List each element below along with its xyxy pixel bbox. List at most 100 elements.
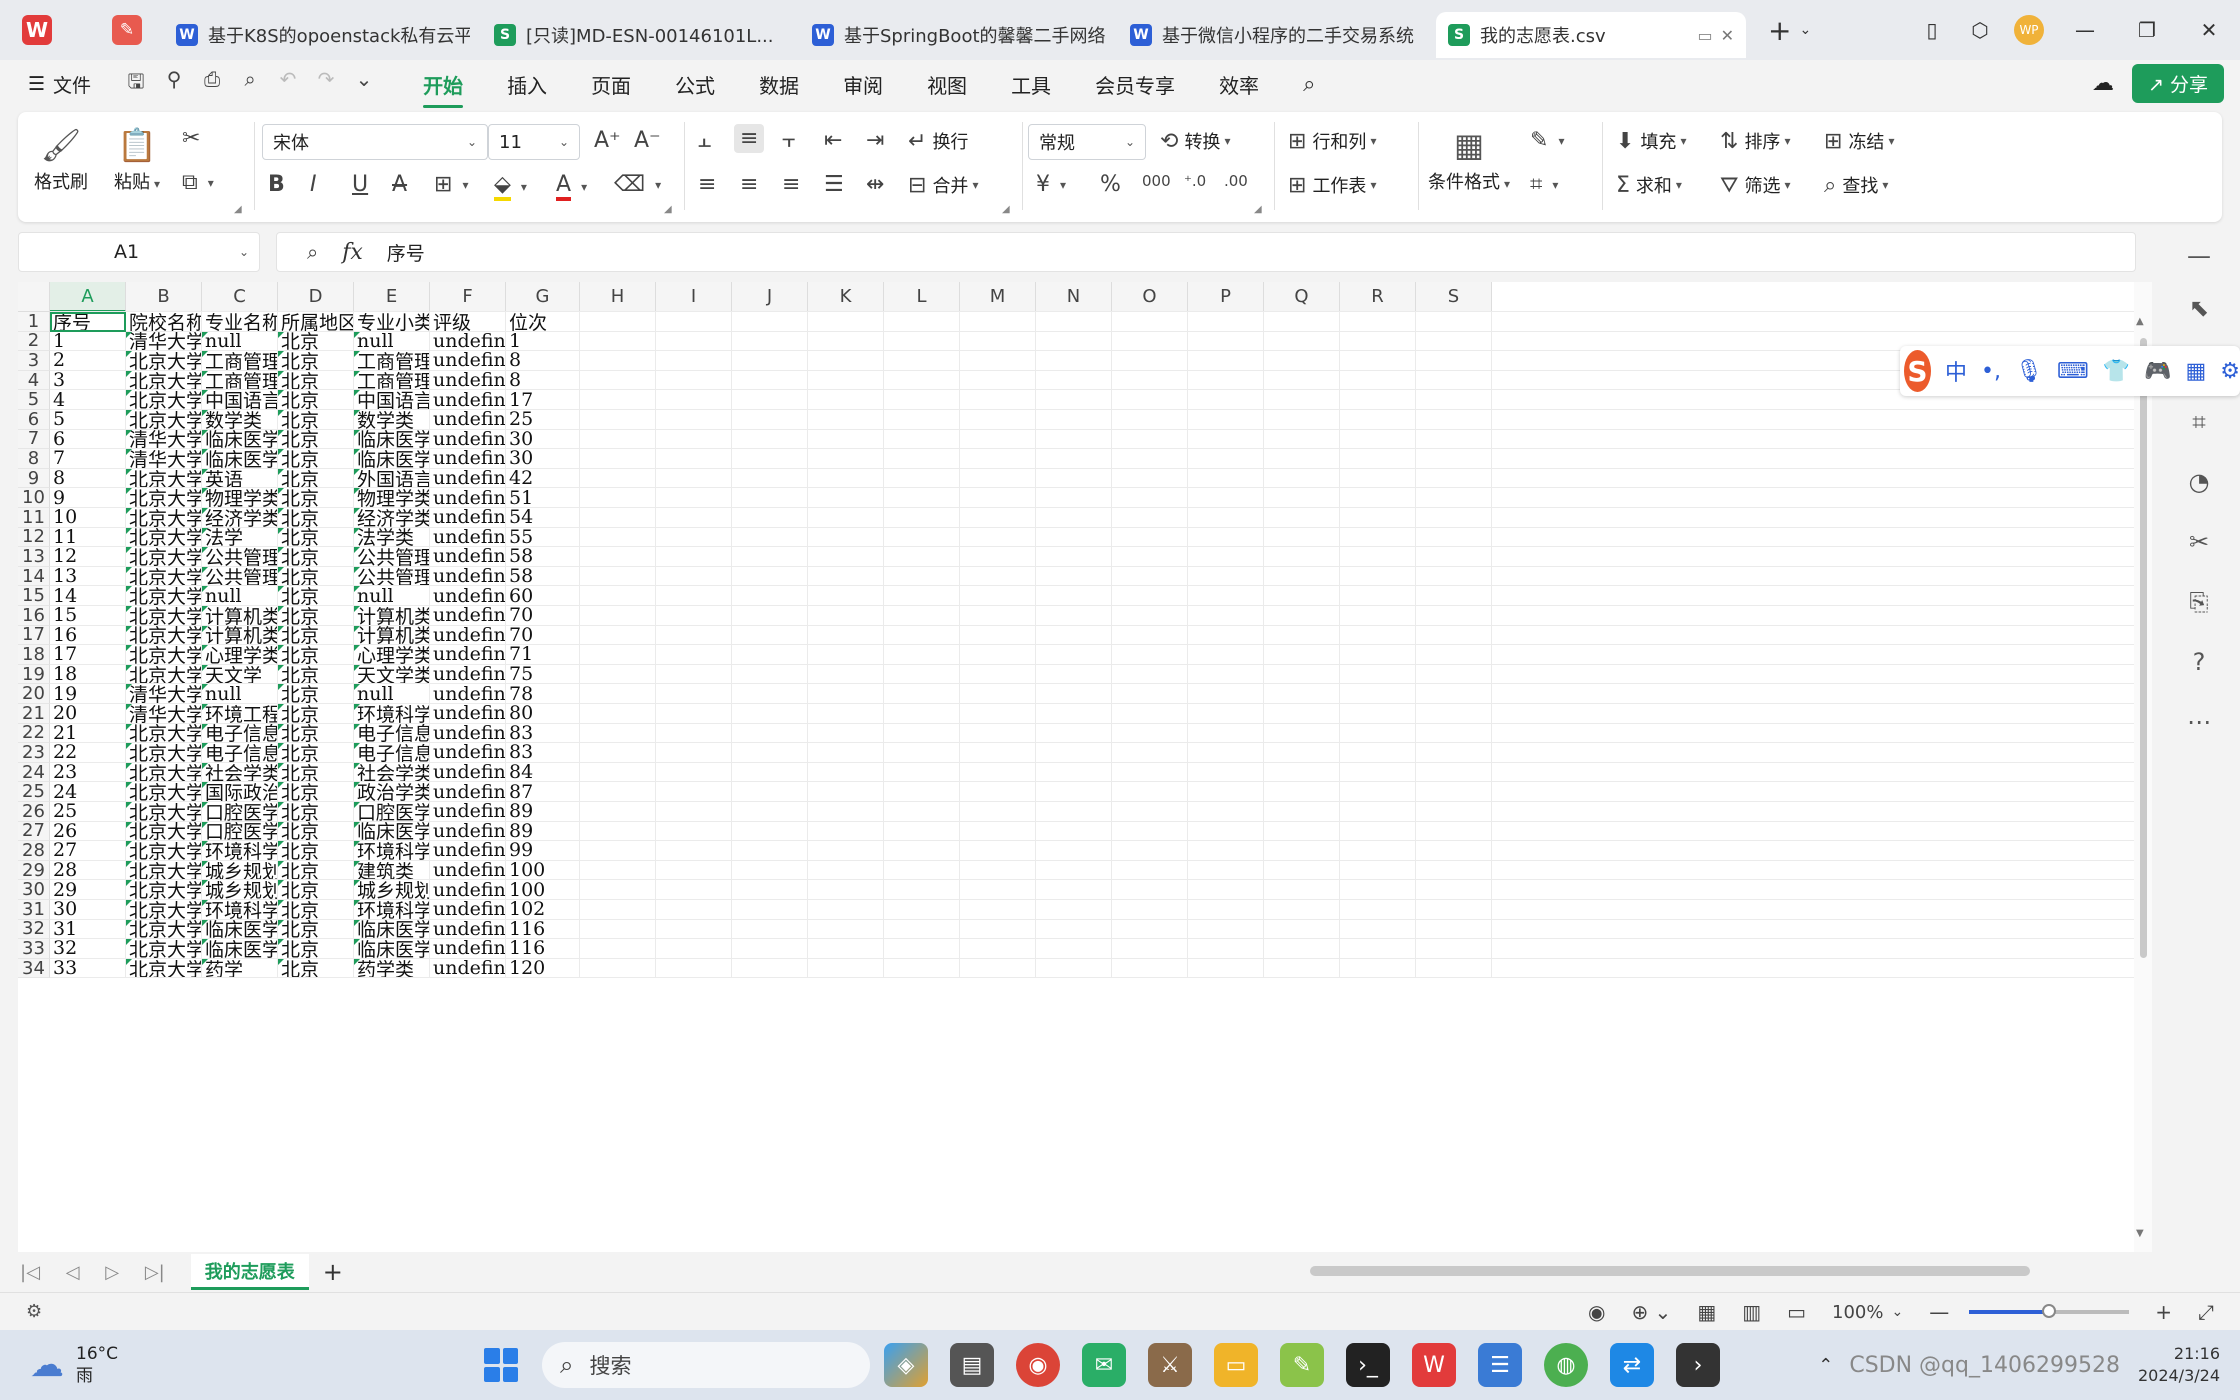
row-header[interactable]: 33: [18, 938, 50, 959]
avatar[interactable]: WP: [2014, 15, 2044, 45]
table-cell[interactable]: 环境科学与工程类: [354, 704, 430, 724]
table-cell[interactable]: 经济学类: [202, 508, 278, 528]
row-header[interactable]: 12: [18, 526, 50, 547]
table-cell[interactable]: 北京: [278, 468, 354, 489]
prev-sheet-icon[interactable]: ◁: [66, 1262, 80, 1283]
format-painter-button[interactable]: 🖌 格式刷: [34, 126, 88, 194]
table-cell[interactable]: 北京大学: [126, 625, 202, 646]
table-cell[interactable]: 北京: [278, 958, 354, 979]
conditional-format-button[interactable]: ▦ 条件格式 ▾: [1428, 126, 1510, 194]
table-cell[interactable]: undefined: [430, 958, 506, 979]
row-header[interactable]: 19: [18, 664, 50, 685]
menu-item-4[interactable]: 公式: [675, 70, 715, 99]
table-cell[interactable]: 12: [50, 547, 126, 567]
row-header[interactable]: 5: [18, 389, 50, 410]
table-cell[interactable]: 15: [50, 606, 126, 626]
more-dropdown-icon[interactable]: ⌄: [345, 67, 383, 101]
zoom-slider[interactable]: [1969, 1304, 2130, 1318]
table-cell[interactable]: 116: [506, 919, 580, 940]
cube-icon[interactable]: ⬡: [1956, 18, 2004, 42]
table-cell[interactable]: undefined: [430, 684, 506, 704]
table-cell[interactable]: 清华大学: [126, 331, 202, 352]
table-cell[interactable]: 心理学类: [354, 645, 430, 665]
tab-3[interactable]: W 基于SpringBoot的馨馨二手网络: [800, 12, 1118, 58]
menu-item-10[interactable]: 效率: [1219, 70, 1259, 99]
table-cell[interactable]: 87: [506, 782, 580, 802]
last-sheet-icon[interactable]: ▷|: [145, 1262, 165, 1283]
vertical-scroll-thumb[interactable]: [2140, 338, 2147, 958]
tab-list-dropdown-icon[interactable]: ⌄: [1799, 22, 1811, 38]
table-cell[interactable]: null: [202, 586, 278, 606]
remote-app-icon[interactable]: ⇄: [1610, 1343, 1654, 1387]
row-header[interactable]: 10: [18, 487, 50, 508]
row-header[interactable]: 23: [18, 742, 50, 763]
table-cell[interactable]: undefined: [430, 566, 506, 587]
table-cell[interactable]: 北京大学: [126, 488, 202, 508]
table-cell[interactable]: 30: [506, 449, 580, 469]
table-cell[interactable]: 83: [506, 743, 580, 763]
convert-button[interactable]: ⟲ 转换 ▾: [1160, 128, 1230, 154]
game-app-icon[interactable]: ⚔: [1148, 1343, 1192, 1387]
row-header[interactable]: 9: [18, 468, 50, 489]
align-center-button[interactable]: ≡: [740, 172, 764, 197]
table-cell[interactable]: 北京大学: [126, 468, 202, 489]
select-all-corner[interactable]: [18, 282, 50, 312]
row-header[interactable]: 29: [18, 860, 50, 881]
menu-item-3[interactable]: 页面: [591, 70, 631, 99]
table-cell[interactable]: undefined: [430, 723, 506, 744]
punctuation-icon[interactable]: •,: [1981, 359, 2001, 384]
column-header[interactable]: B: [126, 282, 202, 312]
column-header[interactable]: O: [1112, 282, 1188, 312]
table-cell[interactable]: 102: [506, 900, 580, 920]
eye-protection-icon[interactable]: ◉: [1588, 1300, 1605, 1324]
table-cell[interactable]: undefined: [430, 508, 506, 528]
table-cell[interactable]: 33: [50, 958, 126, 979]
table-cell[interactable]: 政治学类: [354, 782, 430, 802]
table-cell[interactable]: 天文学类: [354, 664, 430, 685]
table-cell[interactable]: 序号: [50, 312, 126, 332]
table-cell[interactable]: 17: [50, 645, 126, 665]
table-cell[interactable]: 北京: [278, 802, 354, 822]
wps-app-icon[interactable]: W: [1412, 1343, 1456, 1387]
table-cell[interactable]: 电子信息类: [354, 723, 430, 744]
table-cell[interactable]: 北京大学医: [126, 802, 202, 822]
table-cell[interactable]: 北京: [278, 410, 354, 430]
table-cell[interactable]: 28: [50, 860, 126, 881]
table-cell[interactable]: 临床医学类: [202, 429, 278, 450]
table-cell[interactable]: 25: [506, 410, 580, 430]
cut-button[interactable]: ✂: [182, 126, 206, 151]
zoom-in-button[interactable]: +: [2155, 1300, 2172, 1324]
table-cell[interactable]: 25: [50, 802, 126, 822]
align-middle-button[interactable]: ≡: [734, 124, 765, 153]
table-cell[interactable]: undefined: [430, 939, 506, 959]
table-cell[interactable]: 北京: [278, 508, 354, 528]
table-cell[interactable]: undefined: [430, 429, 506, 450]
tab-1[interactable]: W 基于K8S的opoenstack私有云平: [164, 12, 482, 58]
cmd-app-icon[interactable]: ›: [1676, 1343, 1720, 1387]
menu-item-1[interactable]: 开始: [423, 70, 464, 108]
print-icon[interactable]: ⎙: [193, 67, 231, 101]
table-cell[interactable]: 80: [506, 704, 580, 724]
row-header[interactable]: 20: [18, 683, 50, 704]
fill-color-button[interactable]: ⬙ ▾: [494, 172, 527, 201]
table-cell[interactable]: 54: [506, 508, 580, 528]
table-cell[interactable]: 临床医学类: [354, 449, 430, 469]
table-cell[interactable]: 社会学类: [354, 762, 430, 783]
decrease-font-button[interactable]: A⁻: [634, 128, 667, 153]
table-cell[interactable]: 13: [50, 566, 126, 587]
table-cell[interactable]: 专业名称: [202, 312, 278, 332]
column-header[interactable]: M: [960, 282, 1036, 312]
table-cell[interactable]: 北京: [278, 860, 354, 881]
row-header[interactable]: 14: [18, 566, 50, 587]
table-cell[interactable]: 北京大学: [126, 860, 202, 881]
rows-cols-button[interactable]: ⊞ 行和列 ▾: [1288, 128, 1376, 154]
table-cell[interactable]: 公共管理类: [354, 547, 430, 567]
paste-button[interactable]: 📋 粘贴 ▾: [114, 126, 160, 194]
table-cell[interactable]: 口腔医学: [202, 821, 278, 842]
table-cell[interactable]: 北京: [278, 919, 354, 940]
table-cell[interactable]: undefined: [430, 782, 506, 802]
file-menu[interactable]: ☰ 文件: [28, 71, 91, 98]
row-header[interactable]: 24: [18, 762, 50, 783]
column-header[interactable]: A: [50, 282, 126, 312]
table-cell[interactable]: 5: [50, 410, 126, 430]
